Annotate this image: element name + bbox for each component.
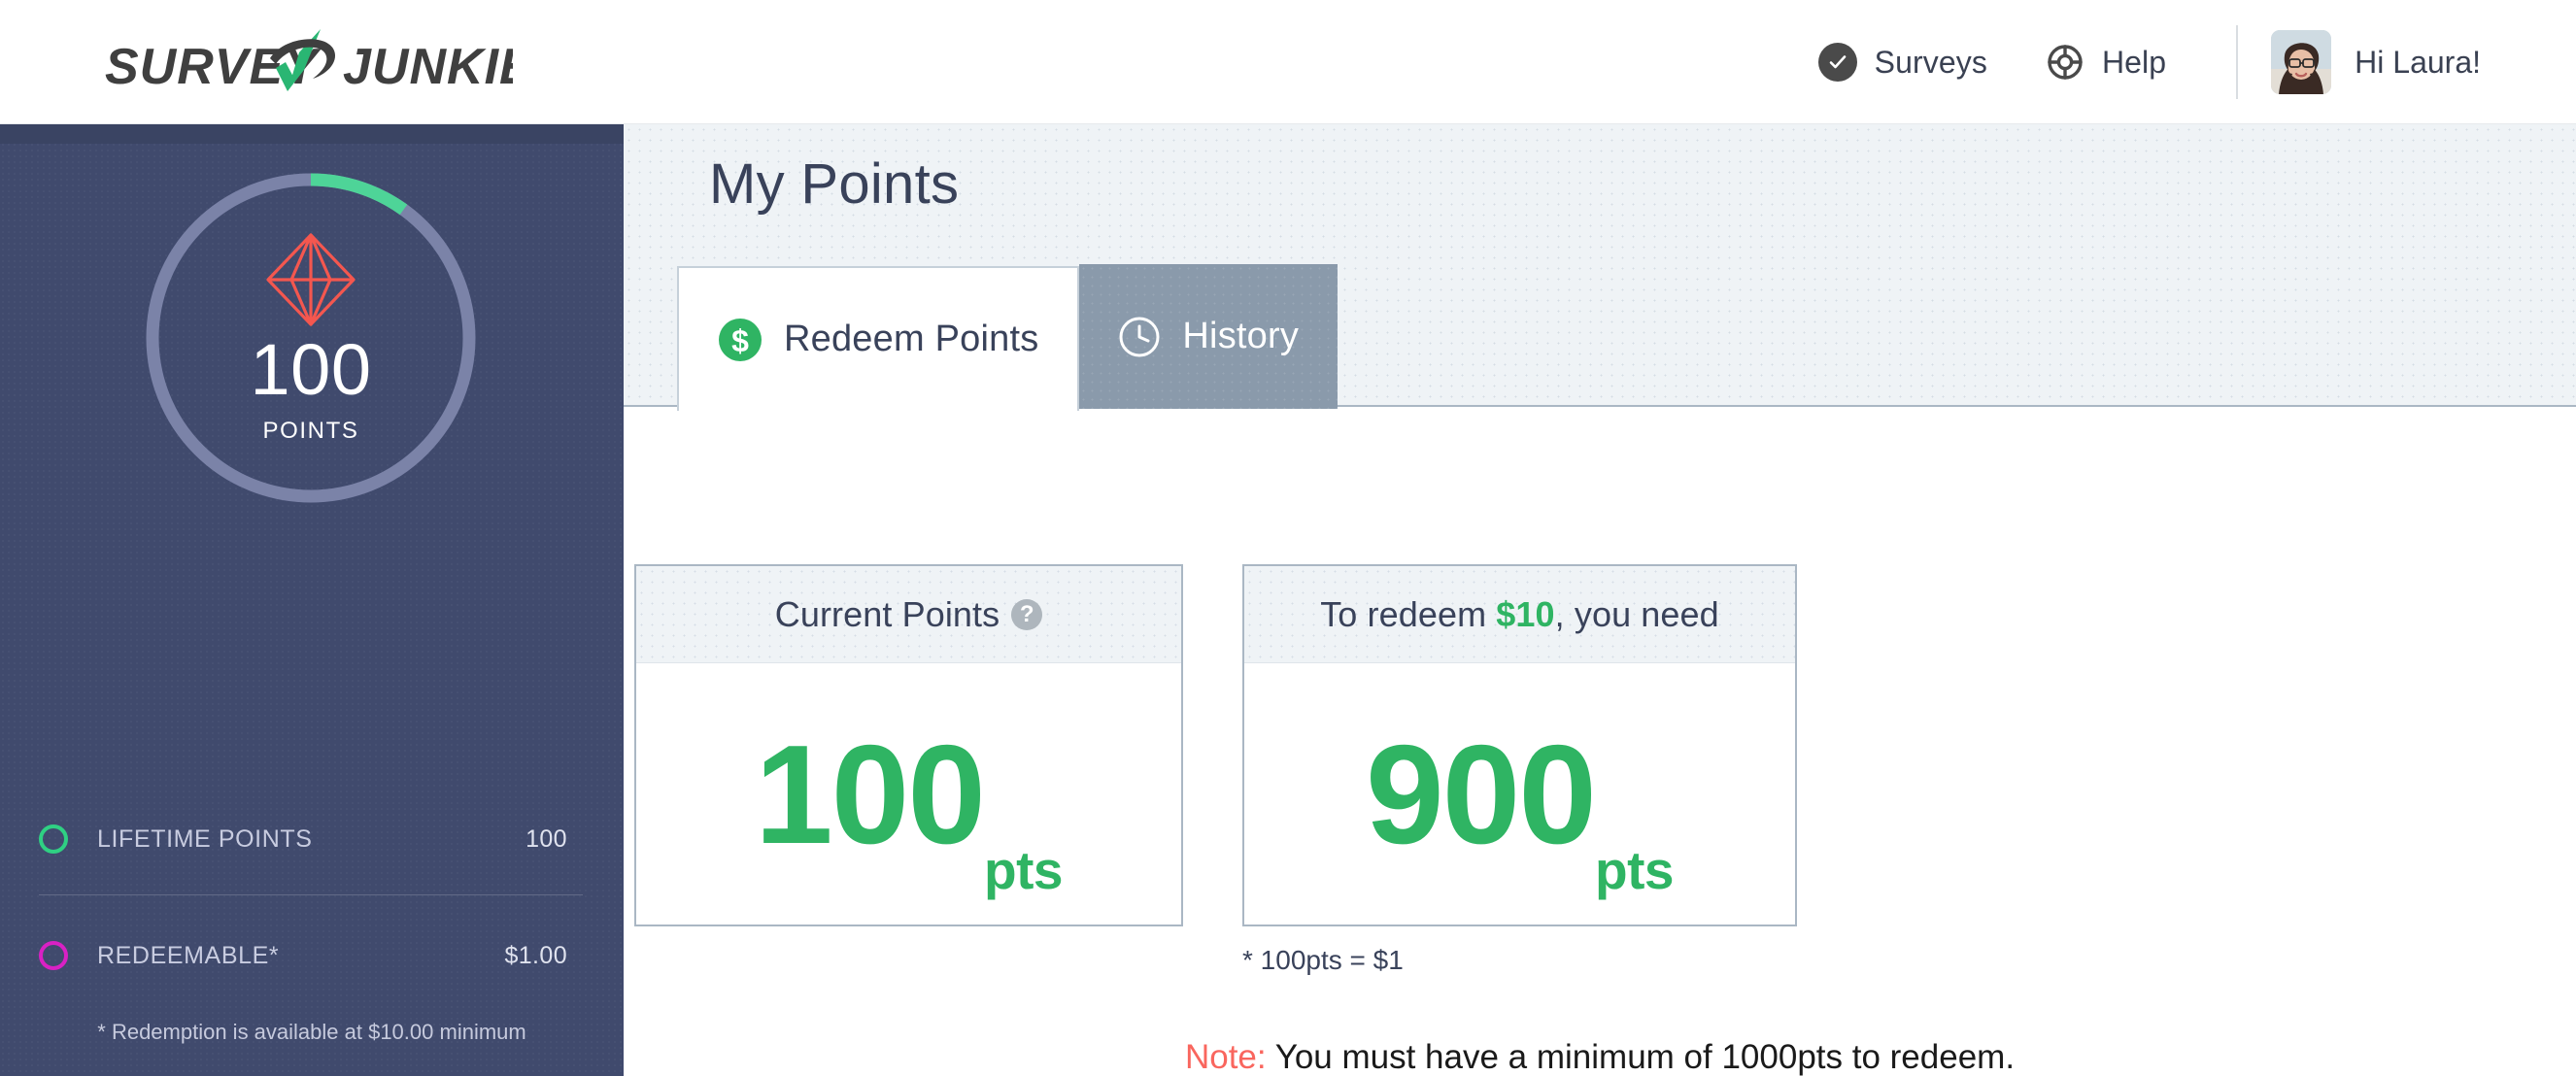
note-label: Note: (1184, 1038, 1267, 1076)
page-header-band: My Points $ Redeem Points History (624, 124, 2576, 411)
survey-junkie-logo[interactable]: SURVEY JUNKIE (105, 23, 513, 105)
tab-bar: $ Redeem Points History (677, 260, 1339, 411)
survey-junkie-my-points-page: SURVEY JUNKIE Surveys (0, 0, 2576, 1076)
tab-history-label: History (1182, 316, 1300, 356)
lifetime-points-marker-icon (39, 824, 68, 854)
page-title: My Points (709, 152, 960, 216)
stat-redeemable: REDEEMABLE* $1.00 (39, 930, 585, 981)
clock-icon (1118, 316, 1161, 358)
svg-text:JUNKIE: JUNKIE (343, 39, 513, 95)
current-points-card-title: Current Points (774, 593, 1000, 634)
redeem-target-card-title: To redeem $10, you need (1320, 594, 1719, 635)
lifebuoy-icon (2046, 43, 2085, 82)
nav-item-surveys[interactable]: Surveys (1789, 43, 2017, 82)
main-content: My Points $ Redeem Points History Curren… (624, 124, 2576, 1076)
current-points-value: 100 (755, 716, 986, 873)
redeemable-value: $1.00 (504, 941, 567, 969)
points-ring-center: 100 POINTS (136, 163, 486, 513)
current-points-card-header: Current Points ? (636, 566, 1181, 663)
header-nav: Surveys Help Hi Laura! (1789, 0, 2491, 124)
redeem-target-card: To redeem $10, you need 900 pts (1242, 564, 1797, 926)
redeem-minimum-note: Note: You must have a minimum of 1000pts… (624, 1038, 2576, 1076)
sidebar-top-strip (0, 124, 624, 144)
redemption-minimum-note: * Redemption is available at $10.00 mini… (97, 1020, 526, 1044)
redeem-target-card-header: To redeem $10, you need (1244, 566, 1795, 663)
redeem-target-title-suffix: , you need (1554, 593, 1719, 634)
tab-redeem-points-label: Redeem Points (784, 319, 1039, 359)
svg-text:$: $ (731, 323, 749, 358)
tab-history[interactable]: History (1079, 264, 1339, 409)
check-circle-icon (1817, 43, 1857, 82)
help-icon[interactable]: ? (1011, 598, 1043, 630)
current-points-unit: pts (983, 840, 1064, 900)
redeem-target-title-prefix: To redeem (1320, 593, 1497, 634)
sidebar: 100 POINTS LIFETIME POINTS 100 REDEEMABL… (0, 124, 624, 1076)
user-greeting: Hi Laura! (2355, 44, 2481, 80)
lifetime-points-label: LIFETIME POINTS (97, 824, 313, 853)
nav-item-help-label: Help (2101, 44, 2167, 80)
redeem-target-card-body: 900 pts (1244, 663, 1795, 926)
redeem-target-amount: $10 (1496, 593, 1555, 634)
sidebar-divider (39, 894, 583, 895)
note-text: You must have a minimum of 1000pts to re… (1266, 1038, 2016, 1076)
dollar-circle-icon: $ (718, 318, 763, 362)
user-menu[interactable]: Hi Laura! (2271, 30, 2491, 94)
redeem-target-unit: pts (1594, 840, 1675, 900)
top-header: SURVEY JUNKIE Surveys (0, 0, 2576, 124)
redeemable-label: REDEEMABLE* (97, 941, 280, 969)
current-points-card: Current Points ? 100 pts (634, 564, 1183, 926)
lifetime-points-value: 100 (525, 824, 567, 853)
stat-lifetime-points: LIFETIME POINTS 100 (39, 814, 585, 864)
nav-item-help[interactable]: Help (2017, 43, 2195, 82)
nav-item-surveys-label: Surveys (1874, 44, 1987, 80)
points-ring-unit: POINTS (262, 418, 359, 444)
redeem-target-value: 900 (1366, 716, 1597, 873)
tab-redeem-points[interactable]: $ Redeem Points (677, 266, 1080, 411)
diamond-gem-icon (264, 231, 357, 328)
redeemable-marker-icon (39, 941, 68, 970)
points-progress-ring: 100 POINTS (136, 163, 486, 513)
points-ring-value: 100 (250, 329, 372, 410)
header-divider (2236, 25, 2239, 99)
avatar (2271, 30, 2332, 94)
conversion-footnote: * 100pts = $1 (1242, 945, 1404, 975)
current-points-card-body: 100 pts (636, 663, 1181, 926)
